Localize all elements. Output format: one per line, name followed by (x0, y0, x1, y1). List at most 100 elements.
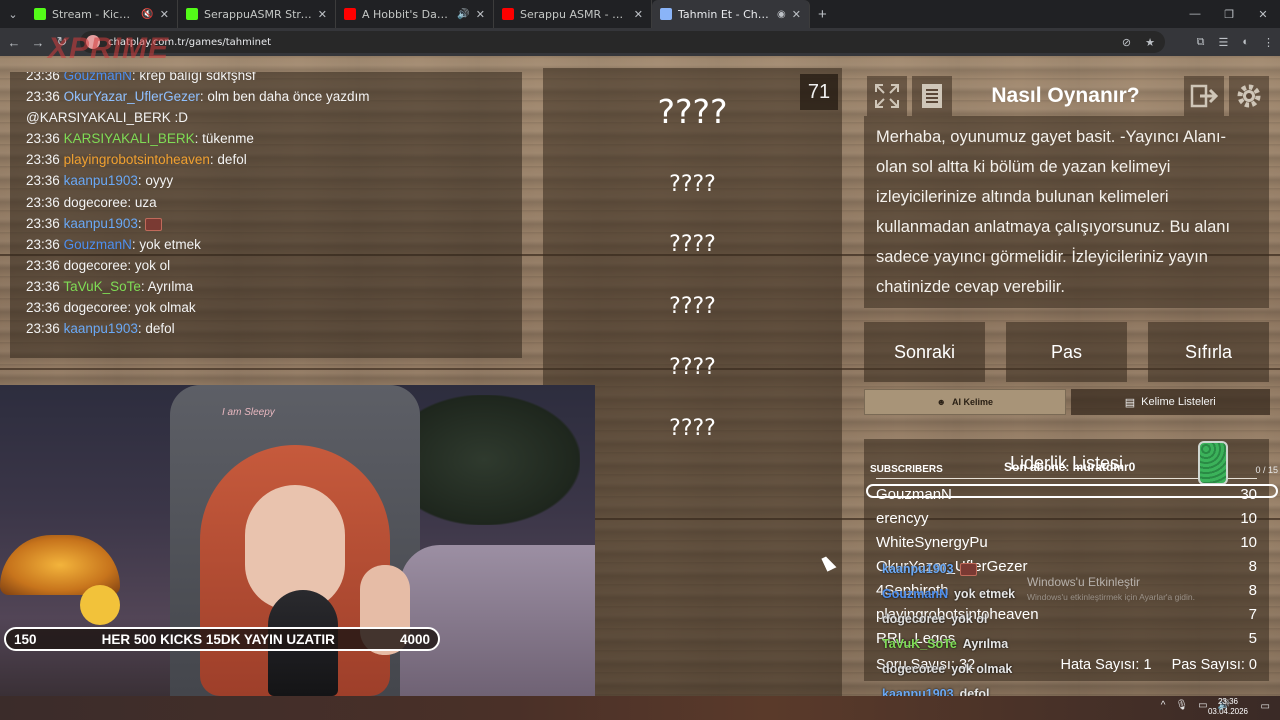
fullscreen-icon[interactable] (867, 76, 907, 116)
overlay-chat-line: dogecoree yok olmak (882, 662, 1013, 676)
chat-username: kaanpu1903 (63, 321, 138, 337)
profile-icon[interactable]: ◐ (1242, 36, 1249, 48)
chat-message: 23:36 OkurYazar_UflerGezer: olm ben daha… (26, 89, 370, 105)
close-tab-icon[interactable]: ✕ (318, 8, 327, 21)
close-window-icon[interactable]: ✕ (1246, 0, 1280, 28)
next-button[interactable]: Sonraki (864, 322, 985, 382)
translate-icon[interactable]: ⊘ (1122, 36, 1131, 49)
taskbar (0, 696, 1280, 720)
word-source-tabs: ☻ AI Kelime ▤ Kelime Listeleri (864, 389, 1270, 415)
chair-text: I am Sleepy (222, 407, 275, 418)
youtube-favicon-icon (344, 8, 356, 20)
toolbar: ← → ↻ chatplay.com.tr/games/tahminet ⊘ ★… (0, 28, 1280, 56)
chat-panel: 23:36 GouzmanN: krep balığı sdkfşhsf 23:… (10, 72, 522, 358)
chat-message: 23:36 GouzmanN: krep balığı sdkfşhsf (26, 72, 506, 86)
chat-username: TaVuK_SoTe (63, 278, 141, 294)
chat-message: 23:36 playingrobotsintoheaven: defol (26, 152, 247, 168)
chat-username: dogecoree (63, 194, 128, 210)
chat-username: GouzmanN (63, 236, 132, 252)
notification-icon[interactable]: ▭ (1261, 701, 1270, 712)
audio-playing-icon[interactable]: 🔊 (457, 9, 469, 20)
how-to-play-header: Nasıl Oynanır? (864, 70, 1269, 122)
forbidden-word: ???? (669, 294, 716, 319)
chat-message: 23:36 KARSIYAKALI_BERK: tükenme (26, 131, 254, 147)
chat-message: 23:36 kaanpu1903: oyyy (26, 173, 174, 189)
game-controls: Sonraki Pas Sıfırla (864, 322, 1270, 382)
window-controls: — ❐ ✕ (1178, 0, 1280, 28)
chat-message: 23:36 dogecoree: uza (26, 194, 157, 210)
youtube-favicon-icon (502, 8, 514, 20)
error-count: Hata Sayısı: 1 (1060, 657, 1152, 673)
forbidden-word: ???? (669, 355, 716, 380)
emote-icon (145, 217, 163, 231)
tab-ai-word[interactable]: ☻ AI Kelime (864, 389, 1066, 415)
overlay-chat-line: dogecoree yok ol (882, 612, 988, 626)
tab-chatplay[interactable]: Tahmin Et - ChatPlay ◉ ✕ (652, 0, 810, 28)
kick-favicon-icon (186, 8, 198, 20)
close-tab-icon[interactable]: ✕ (634, 8, 643, 21)
network-icon[interactable]: ▭ (1198, 700, 1207, 711)
restore-icon[interactable]: ❐ (1212, 0, 1246, 28)
chat-username: dogecoree (63, 257, 128, 273)
rules-document-icon[interactable] (912, 76, 952, 116)
kick-favicon-icon (34, 8, 46, 20)
kick-goal-current: 150 (14, 631, 37, 647)
pass-button[interactable]: Pas (1006, 322, 1127, 382)
tab-kick-dashboard[interactable]: Stream - Kick Dashboard 🔇 ✕ (26, 0, 178, 28)
chat-message: @KARSIYAKALI_BERK :D (26, 110, 189, 126)
settings-gear-icon[interactable] (1229, 76, 1269, 116)
extensions-icon[interactable]: ⧉ (1197, 36, 1205, 49)
tab-hobbit-video[interactable]: A Hobbit's Day in the Shire 🔊 ✕ (336, 0, 494, 28)
page-title: Nasıl Oynanır? (991, 84, 1140, 107)
chat-username: dogecoree (63, 300, 128, 316)
chat-username: KARSIYAKALI_BERK (63, 131, 195, 147)
main-word: ???? (657, 92, 728, 131)
chat-message: 23:36 TaVuK_SoTe: Ayrılma (26, 278, 194, 294)
tab-search-icon[interactable]: ⌄ (0, 0, 26, 28)
menu-icon[interactable]: ⋮ (1263, 36, 1274, 49)
leaderboard-row: erencyy 10 (876, 510, 1257, 527)
record-icon: ◉ (777, 8, 786, 20)
chat-username: playingrobotsintoheaven (63, 152, 210, 168)
chat-username: kaanpu1903 (63, 173, 138, 189)
chat-username: OkurYazar_UflerGezer (63, 89, 200, 105)
address-bar[interactable]: chatplay.com.tr/games/tahminet ⊘ ★ (80, 31, 1165, 53)
mute-icon[interactable]: 🔇 (141, 9, 153, 20)
close-tab-icon[interactable]: ✕ (160, 8, 169, 21)
forbidden-word: ???? (669, 232, 716, 257)
tab-serappu-youtube[interactable]: Serappu ASMR - YouTube ✕ (494, 0, 652, 28)
exit-icon[interactable] (1184, 76, 1224, 116)
subscriber-progress-bar (866, 484, 1278, 498)
chat-message: 23:36 GouzmanN: yok etmek (26, 236, 201, 252)
tip-jar-icon (1198, 441, 1228, 485)
emote-icon (959, 563, 977, 577)
chevron-up-icon[interactable]: ^ (1161, 700, 1166, 711)
reading-list-icon[interactable]: ☰ (1218, 36, 1228, 49)
close-tab-icon[interactable]: ✕ (476, 8, 485, 21)
chat-message: 23:36 kaanpu1903: (26, 213, 506, 234)
tab-strip: ⌄ Stream - Kick Dashboard 🔇 ✕ SerappuASM… (0, 0, 1280, 28)
minimize-icon[interactable]: — (1178, 0, 1212, 28)
bookmark-star-icon[interactable]: ★ (1145, 36, 1155, 49)
microphone-tray-icon[interactable]: 🎙 (1175, 700, 1188, 711)
close-tab-icon[interactable]: ✕ (792, 8, 801, 21)
forbidden-word: ???? (669, 172, 716, 197)
overlay-chat-line: kaanpu1903 (882, 562, 977, 577)
kick-goal-text: HER 500 KICKS 15DK YAYIN UZATIR (101, 631, 335, 647)
chatplay-favicon-icon (660, 8, 672, 20)
forward-icon[interactable]: → (26, 28, 50, 56)
kick-goal-target: 4000 (399, 631, 430, 647)
overlay-chat-line: GouzmanN yok etmek (882, 587, 1016, 601)
duck-toy-icon (80, 585, 120, 625)
system-clock[interactable]: 23:36 03.04.2026 (1208, 697, 1248, 717)
new-tab-icon[interactable]: + (810, 6, 835, 23)
reset-button[interactable]: Sıfırla (1148, 322, 1269, 382)
chat-message: 23:36 kaanpu1903: defol (26, 321, 175, 337)
windows-activation-title: Windows'u Etkinleştir (1027, 575, 1140, 589)
overlay-chat-line: TaVuK_SoTe Ayrılma (882, 637, 1009, 651)
chat-username: kaanpu1903 (63, 215, 138, 231)
tab-serappu-stream[interactable]: SerappuASMR Stream - Watch ✕ (178, 0, 336, 28)
tab-word-lists[interactable]: ▤ Kelime Listeleri (1070, 389, 1270, 415)
clipboard-icon: ▤ (1124, 396, 1136, 409)
back-icon[interactable]: ← (2, 28, 26, 56)
